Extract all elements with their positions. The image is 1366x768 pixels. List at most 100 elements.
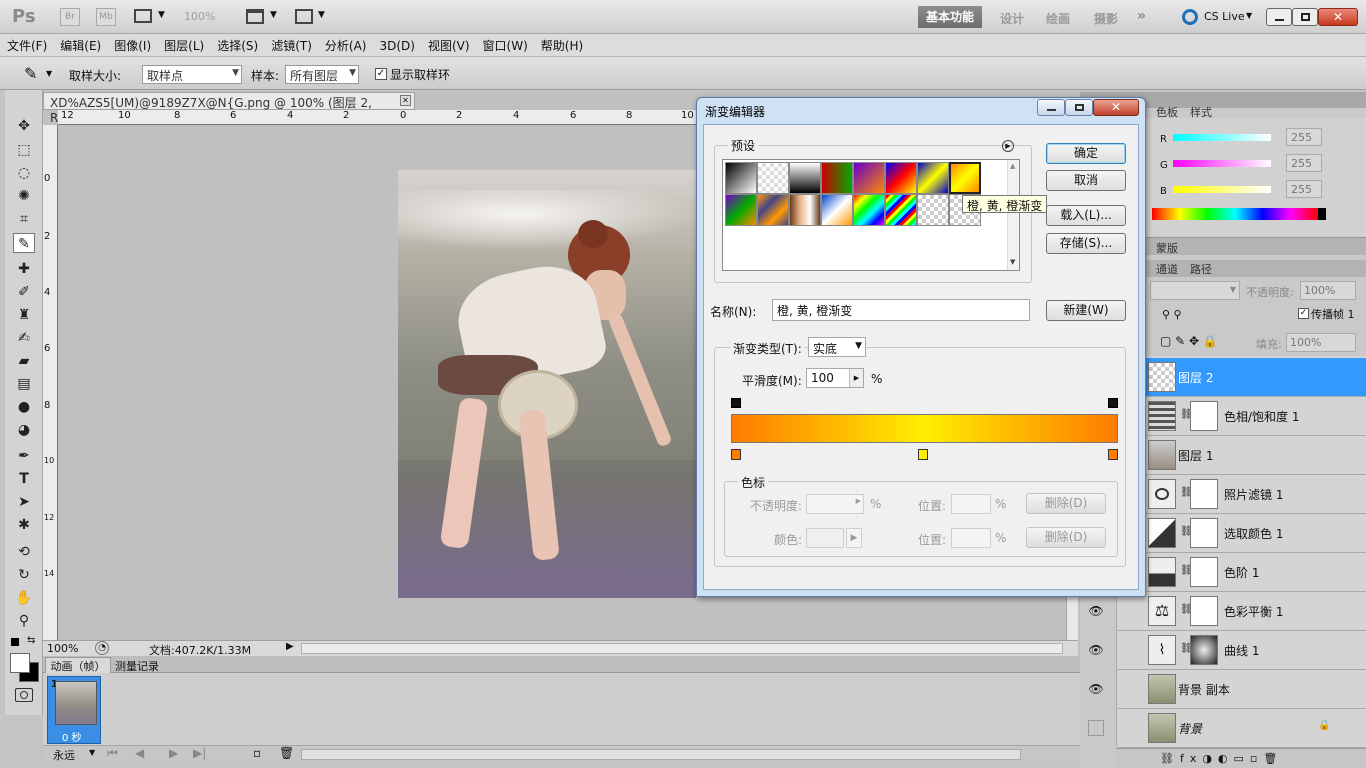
canvas-image[interactable] <box>398 170 696 598</box>
brush-tool-icon[interactable]: ✐ <box>13 282 35 302</box>
preset-foreground-to-transparent[interactable] <box>757 162 789 194</box>
chevron-down-icon[interactable]: ▼ <box>318 10 325 20</box>
color-location-input[interactable] <box>951 528 991 548</box>
zoom-tool-icon[interactable]: ⚲ <box>13 611 35 631</box>
stop-color-menu-icon[interactable]: ▶ <box>846 528 862 548</box>
color-stop-right[interactable] <box>1108 449 1118 460</box>
preset-orange-yellow-orange[interactable] <box>949 162 981 194</box>
next-frame-icon[interactable]: ▶| <box>193 746 206 760</box>
g-slider[interactable] <box>1173 160 1271 167</box>
workspace-essentials[interactable]: 基本功能 <box>918 6 982 28</box>
sample-size-select[interactable]: 取样点 ▼ <box>142 65 242 84</box>
stop-opacity-input[interactable]: ▶ <box>806 494 864 514</box>
move-tool-icon[interactable]: ✥ <box>13 116 35 136</box>
3d-orbit-tool-icon[interactable]: ↻ <box>13 565 35 585</box>
show-ring-checkbox[interactable]: ✓ <box>375 68 387 80</box>
preset-violet-green-orange[interactable] <box>725 194 757 226</box>
propagate-checkbox[interactable]: ✓ <box>1298 308 1309 319</box>
load-button[interactable]: 载入(L)... <box>1046 205 1126 226</box>
preset-black-white[interactable] <box>789 162 821 194</box>
more-workspaces-icon[interactable]: » <box>1137 8 1146 24</box>
type-tool-icon[interactable]: T <box>13 469 35 489</box>
view-extras-icon[interactable] <box>134 9 152 23</box>
layer-row-background[interactable]: 背景 🔒 <box>1088 709 1366 748</box>
tab-animation[interactable]: 动画（帧） <box>45 657 111 673</box>
quick-select-tool-icon[interactable]: ✺ <box>13 186 35 206</box>
delete-opacity-stop-button[interactable]: 删除(D) <box>1026 493 1106 514</box>
swap-colors-icon[interactable]: ⇆ <box>27 635 35 646</box>
opacity-field[interactable]: 100% <box>1300 281 1356 300</box>
layer-row-color-balance[interactable]: 👁 ⚖ ⛓ 色彩平衡 1 <box>1088 592 1366 631</box>
b-slider[interactable] <box>1173 186 1271 193</box>
blend-mode-select[interactable]: ▼ <box>1150 281 1240 300</box>
scroll-down-icon[interactable]: ▼ <box>1010 258 1015 266</box>
dodge-tool-icon[interactable]: ◕ <box>13 420 35 440</box>
menu-3d[interactable]: 3D(D) <box>372 36 420 53</box>
g-value[interactable]: 255 <box>1286 154 1322 172</box>
new-button[interactable]: 新建(W) <box>1046 300 1126 321</box>
sample-select[interactable]: 所有图层 ▼ <box>285 65 359 84</box>
opacity-stop-right[interactable] <box>1108 398 1118 408</box>
ok-button[interactable]: 确定 <box>1046 143 1126 164</box>
menu-layer[interactable]: 图层(L) <box>157 34 210 54</box>
3d-rotate-tool-icon[interactable]: ⟲ <box>13 542 35 562</box>
previous-frame-icon[interactable]: ◀ <box>135 746 144 760</box>
quick-mask-icon[interactable] <box>15 688 33 702</box>
lock-icons[interactable]: ▢ ✎ ✥ 🔒 <box>1160 334 1218 348</box>
tab-measurement-log[interactable]: 测量记录 <box>115 658 159 674</box>
lasso-tool-icon[interactable]: ◌ <box>13 163 35 183</box>
menu-analysis[interactable]: 分析(A) <box>318 34 373 54</box>
smoothness-arrow-icon[interactable]: ▶ <box>849 369 863 387</box>
color-stop-left[interactable] <box>731 449 741 460</box>
minimize-button[interactable] <box>1266 8 1292 26</box>
eyedropper-icon[interactable]: ✎ <box>24 64 37 83</box>
preset-blue-red-yellow[interactable] <box>885 162 917 194</box>
restore-button[interactable] <box>1292 8 1318 26</box>
scroll-up-icon[interactable]: ▲ <box>1010 162 1015 170</box>
hand-tool-icon[interactable]: ✋ <box>13 588 35 608</box>
timeline-scrollbar[interactable] <box>301 749 1021 760</box>
r-slider[interactable] <box>1173 134 1271 141</box>
tab-masks[interactable]: 蒙版 <box>1156 240 1178 256</box>
presets-menu-icon[interactable]: ▶ <box>1002 140 1014 152</box>
cs-live-button[interactable]: CS Live <box>1204 10 1245 23</box>
default-colors-icon[interactable] <box>11 638 19 646</box>
chevron-down-icon[interactable]: ▼ <box>89 748 95 757</box>
path-selection-tool-icon[interactable]: ➤ <box>13 492 35 512</box>
dialog-maximize-button[interactable] <box>1065 99 1093 116</box>
horizontal-scrollbar[interactable] <box>301 643 1063 654</box>
eye-icon[interactable]: 👁 <box>1088 682 1104 696</box>
workspace-painting[interactable]: 绘画 <box>1046 10 1070 27</box>
history-brush-tool-icon[interactable]: ✍ <box>13 328 35 348</box>
preset-transparent-rainbow[interactable] <box>885 194 917 226</box>
opacity-location-input[interactable] <box>951 494 991 514</box>
mini-bridge-icon[interactable]: Mb <box>96 8 116 26</box>
zoom-level[interactable]: 100% <box>184 10 215 23</box>
layer-row-photo-filter[interactable]: ⛓ 照片滤镜 1 <box>1118 475 1366 514</box>
tab-paths[interactable]: 路径 <box>1190 261 1212 277</box>
bridge-icon[interactable]: Br <box>60 8 80 26</box>
menu-edit[interactable]: 编辑(E) <box>53 34 107 54</box>
play-icon[interactable]: ▶ <box>169 746 178 760</box>
tab-channels[interactable]: 通道 <box>1156 261 1178 277</box>
menu-help[interactable]: 帮助(H) <box>534 34 589 54</box>
eye-icon[interactable]: 👁 <box>1088 643 1104 657</box>
frame-delay[interactable]: 0 秒 <box>62 729 82 744</box>
visibility-toggle[interactable] <box>1088 720 1104 736</box>
name-input[interactable]: 橙, 黄, 橙渐变 <box>772 299 1030 321</box>
lock-position-icon[interactable]: ⚲ ⚲ <box>1162 308 1182 321</box>
status-info-icon[interactable]: ◔ <box>95 641 109 655</box>
preset-transparent-stripes[interactable] <box>917 194 949 226</box>
preset-yellow-violet[interactable] <box>757 194 789 226</box>
preset-red-green[interactable] <box>821 162 853 194</box>
close-button[interactable]: ✕ <box>1318 8 1358 26</box>
chevron-down-icon[interactable]: ▼ <box>46 69 52 78</box>
workspace-photography[interactable]: 摄影 <box>1094 10 1118 27</box>
chevron-down-icon[interactable]: ▼ <box>1246 11 1252 20</box>
color-ramp-black[interactable] <box>1318 208 1326 220</box>
menu-view[interactable]: 视图(V) <box>421 34 476 54</box>
smoothness-input[interactable]: 100 ▶ <box>806 368 864 388</box>
layer-row-curves[interactable]: 👁 ⌇ ⛓ 曲线 1 <box>1088 631 1366 670</box>
b-value[interactable]: 255 <box>1286 180 1322 198</box>
workspace-design[interactable]: 设计 <box>1000 10 1024 27</box>
